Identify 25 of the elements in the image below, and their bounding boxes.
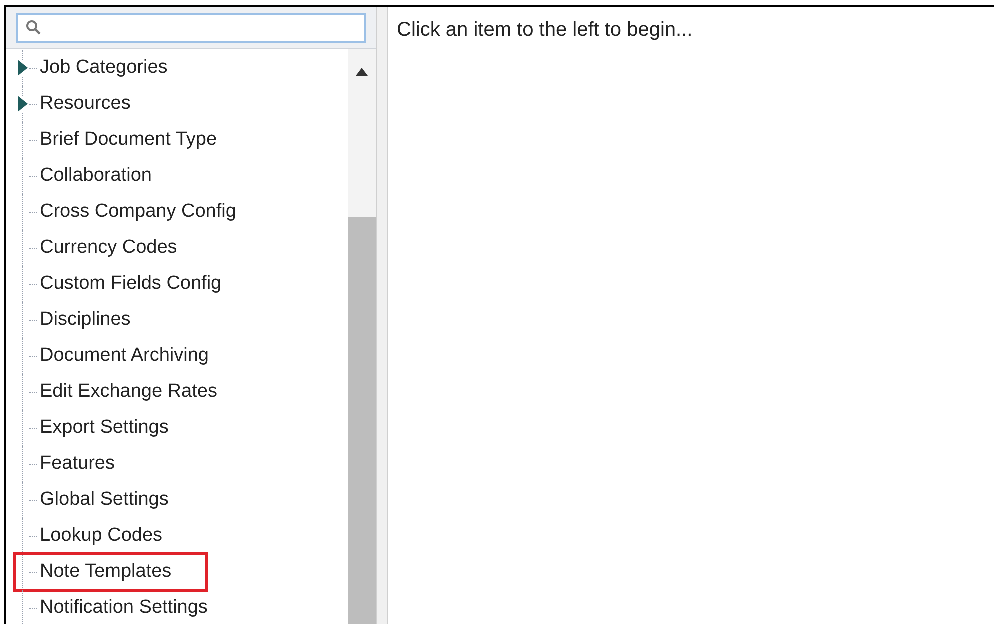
tree-item[interactable]: Brief Document Type xyxy=(40,126,218,154)
panel-splitter[interactable] xyxy=(376,7,388,624)
tree-item[interactable]: Currency Codes xyxy=(40,234,178,262)
tree-item[interactable]: Global Settings xyxy=(40,486,169,514)
scroll-up-arrow-icon[interactable] xyxy=(356,68,368,76)
tree-item[interactable]: Collaboration xyxy=(40,162,152,190)
instruction-text: Click an item to the left to begin... xyxy=(397,19,693,41)
search-icon xyxy=(26,20,42,36)
tree-item[interactable]: Job Categories xyxy=(40,54,168,82)
tree-item[interactable]: Note Templates xyxy=(16,554,205,590)
tree-item[interactable]: Edit Exchange Rates xyxy=(40,378,218,406)
scrollbar[interactable] xyxy=(348,49,376,624)
tree-item[interactable]: Resources xyxy=(40,90,131,118)
tree-item[interactable]: Lookup Codes xyxy=(40,522,163,550)
expand-arrow-icon[interactable] xyxy=(18,96,28,112)
tree-item[interactable]: Features xyxy=(40,450,115,478)
tree-item[interactable]: Export Settings xyxy=(40,414,169,442)
tree-item[interactable]: Cross Company Config xyxy=(40,198,236,226)
tree-item[interactable]: Custom Fields Config xyxy=(40,270,222,298)
search-field[interactable] xyxy=(16,12,366,42)
tree-item[interactable]: Notification Settings xyxy=(40,594,208,622)
tree-item[interactable]: Document Archiving xyxy=(40,342,209,370)
tree-item[interactable]: Disciplines xyxy=(40,306,131,334)
scrollbar-thumb[interactable] xyxy=(348,217,376,624)
expand-arrow-icon[interactable] xyxy=(18,60,28,76)
